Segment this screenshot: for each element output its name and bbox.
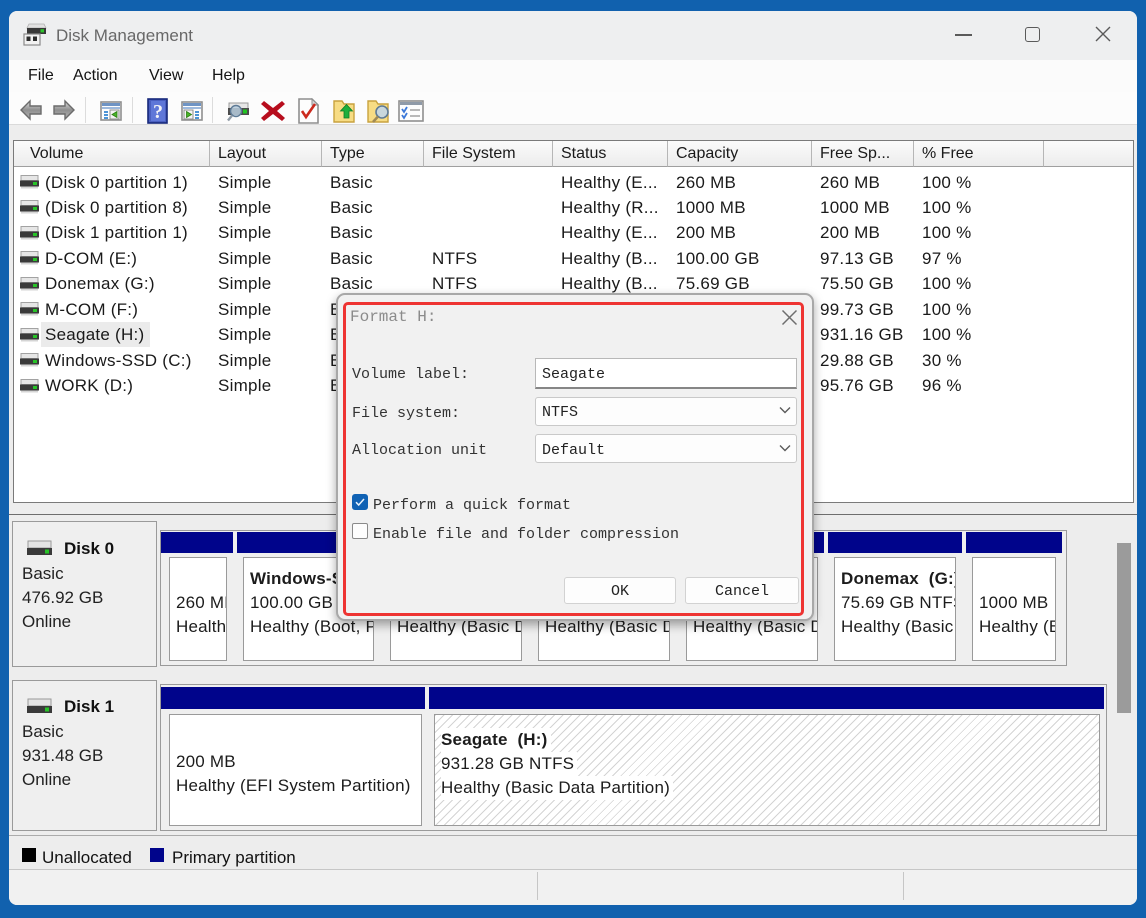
svg-text:?: ?	[153, 101, 163, 123]
